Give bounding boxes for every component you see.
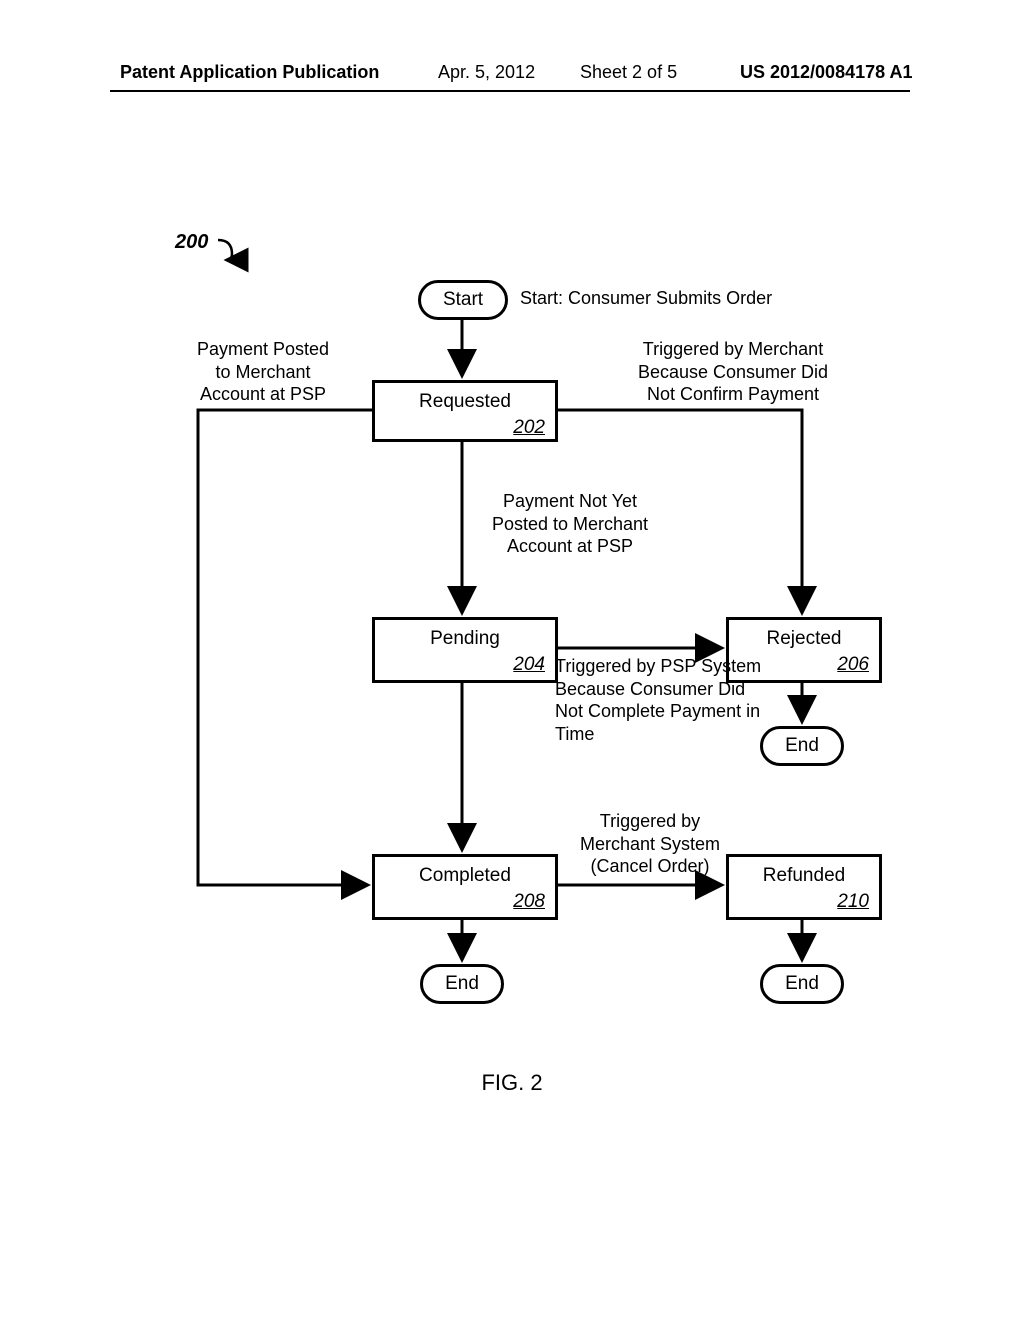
- state-rejected-label: Rejected: [729, 628, 879, 650]
- state-requested-ref: 202: [375, 417, 555, 439]
- state-completed-label: Completed: [375, 865, 555, 887]
- state-refunded: Refunded 210: [726, 854, 882, 920]
- anno-merchant-trigger: Triggered by MerchantBecause Consumer Di…: [618, 338, 848, 406]
- state-refunded-label: Refunded: [729, 865, 879, 887]
- state-pending-label: Pending: [375, 628, 555, 650]
- flowchart: 200 Start Start: Consumer Submits: [0, 0, 1024, 1320]
- state-requested: Requested 202: [372, 380, 558, 442]
- state-refunded-ref: 210: [729, 891, 879, 913]
- state-completed-ref: 208: [375, 891, 555, 913]
- anno-notposted: Payment Not YetPosted to MerchantAccount…: [470, 490, 670, 558]
- end-node-refunded: End: [760, 964, 844, 1004]
- state-pending-ref: 204: [375, 654, 555, 676]
- anno-psp-trigger: Triggered by PSP SystemBecause Consumer …: [555, 655, 805, 745]
- anno-cancel: Triggered byMerchant System(Cancel Order…: [560, 810, 740, 878]
- end-label-2: End: [445, 973, 479, 994]
- start-node: Start: [418, 280, 508, 320]
- anno-posted: Payment Postedto MerchantAccount at PSP: [178, 338, 348, 406]
- end-node-completed: End: [420, 964, 504, 1004]
- figure-caption: FIG. 2: [0, 1070, 1024, 1096]
- start-label: Start: [443, 289, 483, 310]
- end-label-3: End: [785, 973, 819, 994]
- state-completed: Completed 208: [372, 854, 558, 920]
- state-requested-label: Requested: [375, 391, 555, 413]
- state-pending: Pending 204: [372, 617, 558, 683]
- start-caption: Start: Consumer Submits Order: [520, 287, 772, 310]
